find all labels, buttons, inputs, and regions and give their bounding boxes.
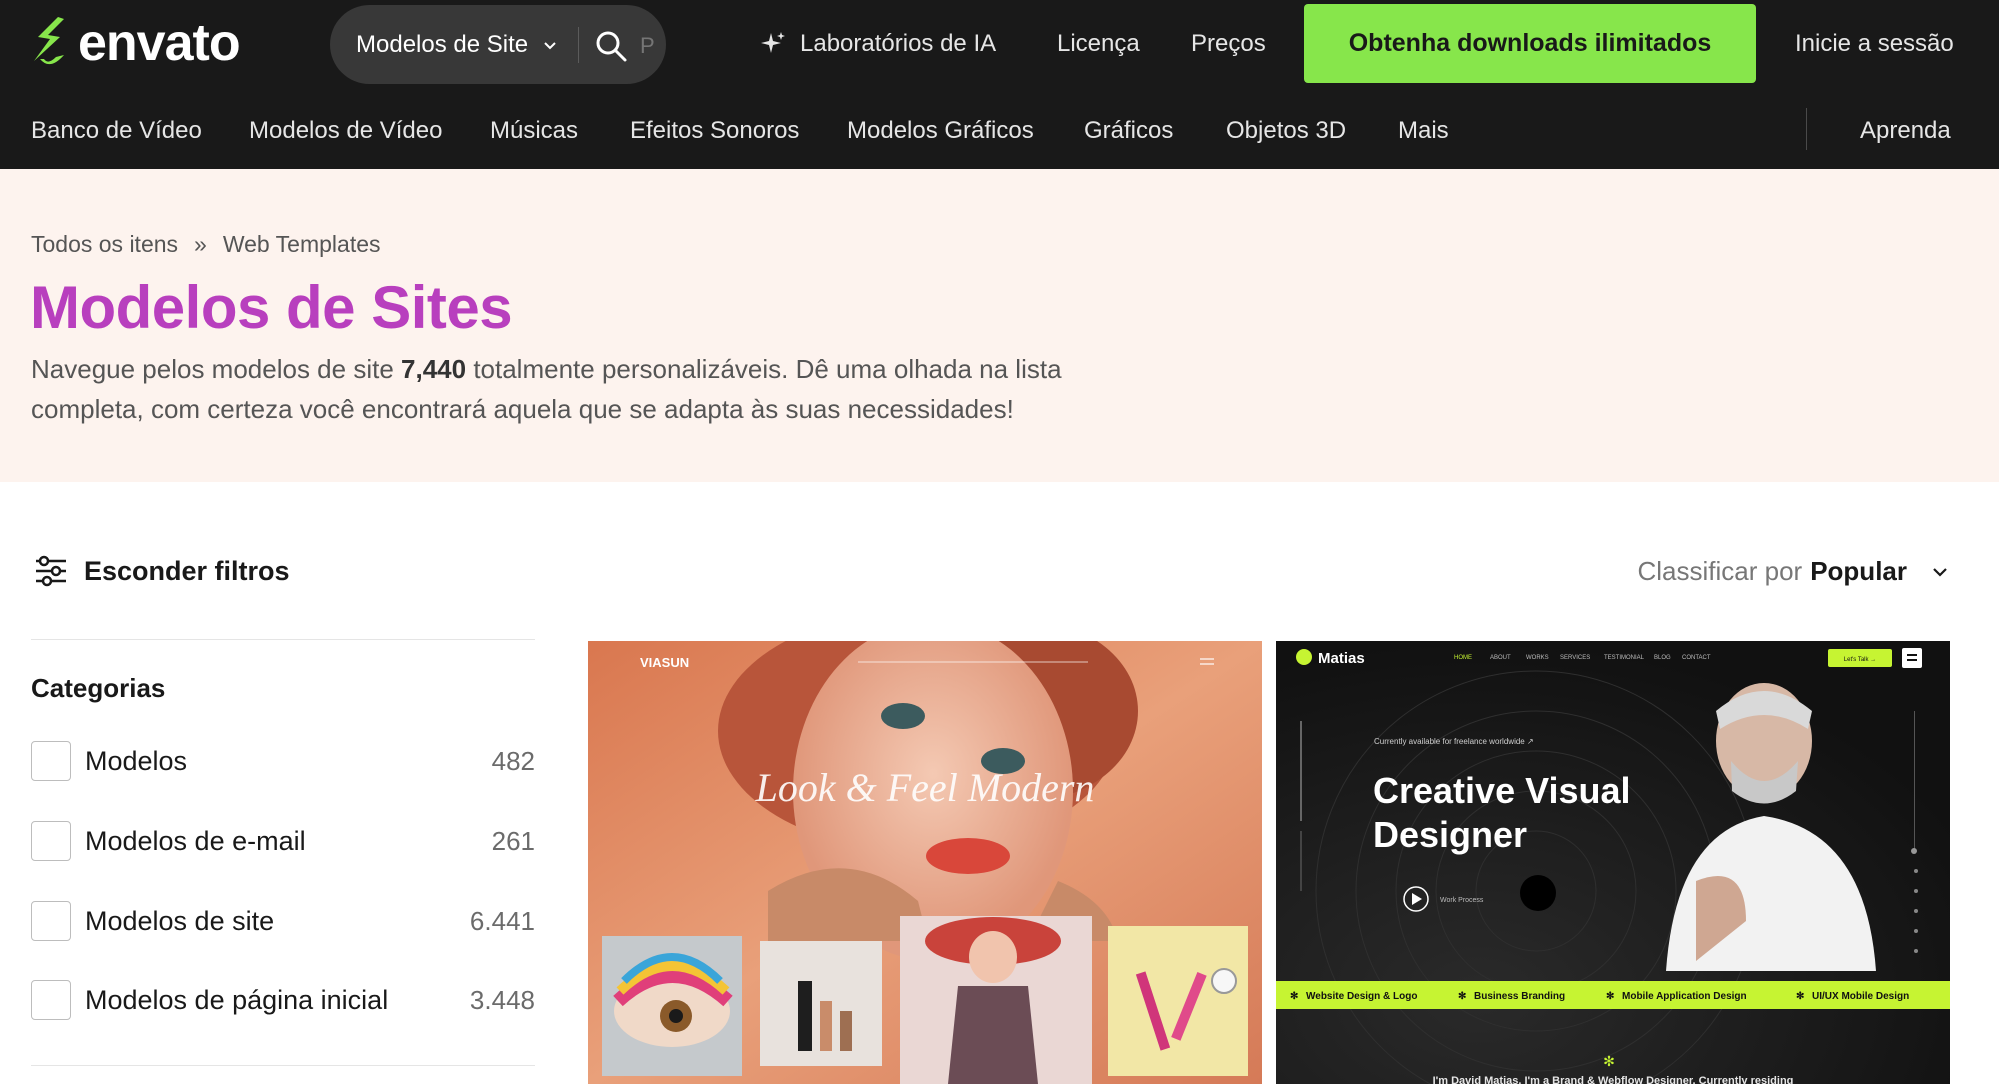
top-header: envato Modelos de Site Laboratórios de I… <box>0 0 1999 169</box>
unlimited-downloads-button[interactable]: Obtenha downloads ilimitados <box>1304 4 1756 83</box>
svg-text:✻: ✻ <box>1603 1053 1615 1069</box>
search-bar: Modelos de Site <box>330 5 666 84</box>
viasun-preview-image: VIASUN Look & Feel Modern <box>588 641 1262 1084</box>
categories-heading: Categorias <box>31 673 166 703</box>
nav-video-templates[interactable]: Modelos de Vídeo <box>249 108 442 154</box>
svg-text:✻: ✻ <box>1458 991 1466 1002</box>
matias-nav-item: TESTIMONIAL <box>1604 655 1645 661</box>
category-count: 482 <box>491 745 535 776</box>
chevron-down-icon <box>544 41 556 49</box>
sort-dropdown[interactable]: Classificar por Popular <box>1637 556 1949 587</box>
search-category-label: Modelos de Site <box>356 30 529 58</box>
category-item[interactable]: Modelos de site 6.441 <box>31 900 535 942</box>
category-count: 3.448 <box>469 984 535 1015</box>
nav-ai-labs[interactable]: Laboratórios de IA <box>760 0 996 88</box>
page-description: Navegue pelos modelos de site 7,440 tota… <box>31 349 1181 429</box>
matias-service: Mobile Application Design <box>1622 991 1747 1002</box>
matias-headline-2: Designer <box>1373 814 1527 855</box>
category-label: Modelos de e-mail <box>85 825 306 856</box>
nav-graphics[interactable]: Gráficos <box>1084 108 1173 154</box>
nav-3d[interactable]: Objetos 3D <box>1226 108 1346 154</box>
matias-service: Business Branding <box>1474 991 1565 1002</box>
nav-more[interactable]: Mais <box>1398 108 1449 154</box>
viasun-headline: Look & Feel Modern <box>755 765 1095 810</box>
hide-filters-label: Esconder filtros <box>84 555 290 586</box>
svg-text:✻: ✻ <box>1796 991 1804 1002</box>
nav-music[interactable]: Músicas <box>490 108 578 154</box>
category-count: 261 <box>491 825 535 856</box>
hero-section: Todos os itens » Web Templates Modelos d… <box>0 169 1999 482</box>
sort-prefix: Classificar por <box>1637 556 1803 586</box>
category-count: 6.441 <box>469 905 535 936</box>
search-icon[interactable] <box>594 29 628 63</box>
matias-nav-item: BLOG <box>1654 655 1671 661</box>
category-label: Modelos de página inicial <box>85 984 389 1015</box>
category-checkbox[interactable] <box>31 980 71 1020</box>
matias-service: UI/UX Mobile Design <box>1812 991 1909 1002</box>
category-item[interactable]: Modelos de página inicial 3.448 <box>31 979 535 1021</box>
chevron-down-icon <box>1933 567 1947 577</box>
envato-leaf-icon <box>34 17 64 65</box>
template-card-matias[interactable]: Matias HOME ABOUT WORKS SERVICES TESTIMO… <box>1276 641 1950 1084</box>
template-card-viasun[interactable]: VIASUN Look & Feel Modern <box>588 641 1262 1084</box>
matias-lets-talk-button: Let's Talk → <box>1844 657 1876 663</box>
breadcrumb-separator: » <box>194 231 207 257</box>
page-title: Modelos de Sites <box>30 274 513 341</box>
category-checkbox[interactable] <box>31 821 71 861</box>
svg-text:✻: ✻ <box>1606 991 1614 1002</box>
envato-logo[interactable]: envato <box>30 14 241 72</box>
sparkle-icon <box>761 32 785 53</box>
nav-stock-video[interactable]: Banco de Vídeo <box>31 108 202 154</box>
sidebar-divider <box>31 639 535 640</box>
desc-prefix: Navegue pelos modelos de site <box>31 354 402 384</box>
matias-play-label: Work Process <box>1440 897 1484 904</box>
hide-filters-button[interactable]: Esconder filtros <box>34 554 290 588</box>
matias-nav-item: WORKS <box>1526 655 1549 661</box>
breadcrumb-all-items[interactable]: Todos os itens <box>31 231 178 258</box>
filter-sliders-icon <box>36 555 66 587</box>
category-checkbox[interactable] <box>31 741 71 781</box>
matias-preview-image: Matias HOME ABOUT WORKS SERVICES TESTIMO… <box>1276 641 1950 1084</box>
matias-tagline: Currently available for freelance worldw… <box>1374 737 1534 746</box>
nav-sound-effects[interactable]: Efeitos Sonoros <box>630 108 799 154</box>
category-label: Modelos <box>85 745 188 776</box>
matias-nav-item: ABOUT <box>1490 655 1511 661</box>
sign-in-link[interactable]: Inicie a sessão <box>1795 0 1954 88</box>
category-checkbox[interactable] <box>31 901 71 941</box>
logo-text: envato <box>78 14 241 72</box>
matias-nav-item: SERVICES <box>1560 655 1590 661</box>
viasun-brand: VIASUN <box>640 655 689 670</box>
sort-value: Popular <box>1810 556 1907 586</box>
matias-brand: Matias <box>1318 650 1365 667</box>
matias-headline-1: Creative Visual <box>1373 770 1630 811</box>
category-item[interactable]: Modelos 482 <box>31 740 535 782</box>
breadcrumb-web-templates[interactable]: Web Templates <box>223 231 381 258</box>
matias-nav-item: CONTACT <box>1682 655 1711 661</box>
nav-license[interactable]: Licença <box>1057 0 1140 88</box>
nav-ai-labs-label: Laboratórios de IA <box>800 30 997 57</box>
search-divider <box>578 27 579 63</box>
breadcrumb: Todos os itens » Web Templates <box>31 231 381 258</box>
desc-count: 7,440 <box>401 354 467 384</box>
matias-nav-item: HOME <box>1454 655 1472 661</box>
search-input[interactable] <box>640 31 660 61</box>
nav-graphic-templates[interactable]: Modelos Gráficos <box>847 108 1034 154</box>
search-category-select[interactable]: Modelos de Site <box>356 5 558 84</box>
nav-pricing[interactable]: Preços <box>1191 0 1266 88</box>
nav-learn[interactable]: Aprenda <box>1860 108 1951 154</box>
sidebar-divider <box>31 1065 535 1066</box>
svg-text:✻: ✻ <box>1290 991 1298 1002</box>
matias-service: Website Design & Logo <box>1306 991 1418 1002</box>
category-item[interactable]: Modelos de e-mail 261 <box>31 820 535 862</box>
category-label: Modelos de site <box>85 905 275 936</box>
nav-divider <box>1806 108 1807 150</box>
matias-footer-text: I'm David Matias, I'm a Brand & Webflow … <box>1433 1075 1794 1084</box>
